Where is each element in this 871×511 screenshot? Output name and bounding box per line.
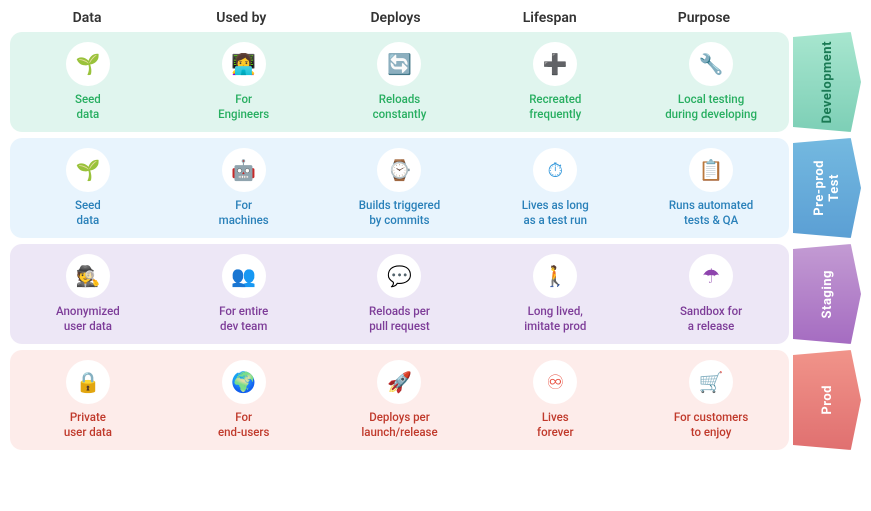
env-row-staging: 🕵️ Anonymized user data 👥 For entire dev te… bbox=[10, 244, 861, 344]
env-row-prod: 🔒 Private user data 🌍 For end-users 🚀 Deploys… bbox=[10, 350, 861, 450]
header-row: DataUsed byDeploysLifespanPurpose bbox=[10, 10, 861, 26]
cell-prod-1: 🌍 For end-users bbox=[166, 350, 322, 450]
cell-icon-development-4: 🔧 bbox=[689, 42, 733, 86]
cell-icon-test-1: 🤖 bbox=[222, 148, 266, 192]
cell-text-test-0: Seed data bbox=[75, 198, 101, 228]
cell-icon-development-2: 🔄 bbox=[377, 42, 421, 86]
cell-staging-3: 🚶 Long lived, imitate prod bbox=[477, 244, 633, 344]
cell-prod-2: 🚀 Deploys per launch/release bbox=[322, 350, 478, 450]
env-tab-label-staging: Staging bbox=[820, 270, 835, 318]
cell-icon-prod-4: 🛒 bbox=[689, 360, 733, 404]
cell-staging-0: 🕵️ Anonymized user data bbox=[10, 244, 166, 344]
env-cells-development: 🌱 Seed data 👩‍💻 For Engineers 🔄 Reloads const… bbox=[10, 32, 789, 132]
header-cell-data: Data bbox=[10, 10, 164, 26]
cell-icon-development-0: 🌱 bbox=[66, 42, 110, 86]
cell-test-4: 📋 Runs automated tests & QA bbox=[633, 138, 789, 238]
cell-text-staging-3: Long lived, imitate prod bbox=[524, 304, 586, 334]
cell-development-4: 🔧 Local testing during developing bbox=[633, 32, 789, 132]
cell-text-staging-2: Reloads per pull request bbox=[369, 304, 430, 334]
cell-prod-3: ♾ Lives forever bbox=[477, 350, 633, 450]
env-tab-label-test: Pre-prod Test bbox=[812, 160, 842, 216]
env-cells-test: 🌱 Seed data 🤖 For machines ⌚ Builds triggered… bbox=[10, 138, 789, 238]
cell-icon-prod-3: ♾ bbox=[533, 360, 577, 404]
cell-text-prod-1: For end-users bbox=[218, 410, 269, 440]
env-tab-staging: Staging bbox=[793, 244, 861, 344]
cell-text-prod-4: For customers to enjoy bbox=[674, 410, 748, 440]
env-row-development: 🌱 Seed data 👩‍💻 For Engineers 🔄 Reloads const… bbox=[10, 32, 861, 132]
cell-test-3: ⏱ Lives as long as a test run bbox=[477, 138, 633, 238]
env-cells-prod: 🔒 Private user data 🌍 For end-users 🚀 Deploys… bbox=[10, 350, 789, 450]
env-tab-label-prod: Prod bbox=[820, 385, 835, 415]
env-row-test: 🌱 Seed data 🤖 For machines ⌚ Builds triggered… bbox=[10, 138, 861, 238]
cell-text-prod-0: Private user data bbox=[64, 410, 112, 440]
cell-text-staging-4: Sandbox for a release bbox=[680, 304, 742, 334]
cell-icon-staging-2: 💬 bbox=[377, 254, 421, 298]
cell-text-test-2: Builds triggered by commits bbox=[359, 198, 440, 228]
cell-test-1: 🤖 For machines bbox=[166, 138, 322, 238]
cell-text-staging-0: Anonymized user data bbox=[56, 304, 120, 334]
cell-development-0: 🌱 Seed data bbox=[10, 32, 166, 132]
cell-text-development-3: Recreated frequently bbox=[529, 92, 581, 122]
cell-text-development-2: Reloads constantly bbox=[373, 92, 427, 122]
cell-icon-development-1: 👩‍💻 bbox=[222, 42, 266, 86]
env-tab-test: Pre-prod Test bbox=[793, 138, 861, 238]
cell-icon-test-3: ⏱ bbox=[533, 148, 577, 192]
cell-test-2: ⌚ Builds triggered by commits bbox=[322, 138, 478, 238]
cell-text-development-0: Seed data bbox=[75, 92, 101, 122]
cell-text-test-4: Runs automated tests & QA bbox=[669, 198, 753, 228]
cell-development-1: 👩‍💻 For Engineers bbox=[166, 32, 322, 132]
cell-icon-staging-0: 🕵️ bbox=[66, 254, 110, 298]
cell-icon-development-3: ➕ bbox=[533, 42, 577, 86]
header-cell-lifespan: Lifespan bbox=[473, 10, 627, 26]
cell-text-development-1: For Engineers bbox=[218, 92, 269, 122]
cell-text-test-3: Lives as long as a test run bbox=[522, 198, 589, 228]
cell-text-development-4: Local testing during developing bbox=[665, 92, 757, 122]
env-tab-prod: Prod bbox=[793, 350, 861, 450]
header-cell-used-by: Used by bbox=[164, 10, 318, 26]
cell-icon-prod-1: 🌍 bbox=[222, 360, 266, 404]
header-cell-purpose: Purpose bbox=[627, 10, 781, 26]
cell-icon-prod-0: 🔒 bbox=[66, 360, 110, 404]
cell-prod-0: 🔒 Private user data bbox=[10, 350, 166, 450]
cell-staging-1: 👥 For entire dev team bbox=[166, 244, 322, 344]
cell-staging-4: ☂ Sandbox for a release bbox=[633, 244, 789, 344]
cell-icon-staging-4: ☂ bbox=[689, 254, 733, 298]
cell-text-test-1: For machines bbox=[219, 198, 269, 228]
cell-icon-prod-2: 🚀 bbox=[377, 360, 421, 404]
env-cells-staging: 🕵️ Anonymized user data 👥 For entire dev te… bbox=[10, 244, 789, 344]
cell-icon-test-4: 📋 bbox=[689, 148, 733, 192]
cell-development-3: ➕ Recreated frequently bbox=[477, 32, 633, 132]
main-container: DataUsed byDeploysLifespanPurpose 🌱 Seed … bbox=[0, 0, 871, 460]
cell-text-prod-2: Deploys per launch/release bbox=[361, 410, 437, 440]
cell-icon-test-2: ⌚ bbox=[377, 148, 421, 192]
env-tab-label-development: Development bbox=[820, 41, 835, 123]
header-cell-deploys: Deploys bbox=[318, 10, 472, 26]
env-tab-development: Development bbox=[793, 32, 861, 132]
cell-development-2: 🔄 Reloads constantly bbox=[322, 32, 478, 132]
cell-icon-staging-3: 🚶 bbox=[533, 254, 577, 298]
cell-test-0: 🌱 Seed data bbox=[10, 138, 166, 238]
cell-icon-staging-1: 👥 bbox=[222, 254, 266, 298]
rows-wrapper: 🌱 Seed data 👩‍💻 For Engineers 🔄 Reloads const… bbox=[10, 32, 861, 450]
cell-staging-2: 💬 Reloads per pull request bbox=[322, 244, 478, 344]
cell-prod-4: 🛒 For customers to enjoy bbox=[633, 350, 789, 450]
cell-icon-test-0: 🌱 bbox=[66, 148, 110, 192]
cell-text-staging-1: For entire dev team bbox=[219, 304, 268, 334]
cell-text-prod-3: Lives forever bbox=[537, 410, 574, 440]
